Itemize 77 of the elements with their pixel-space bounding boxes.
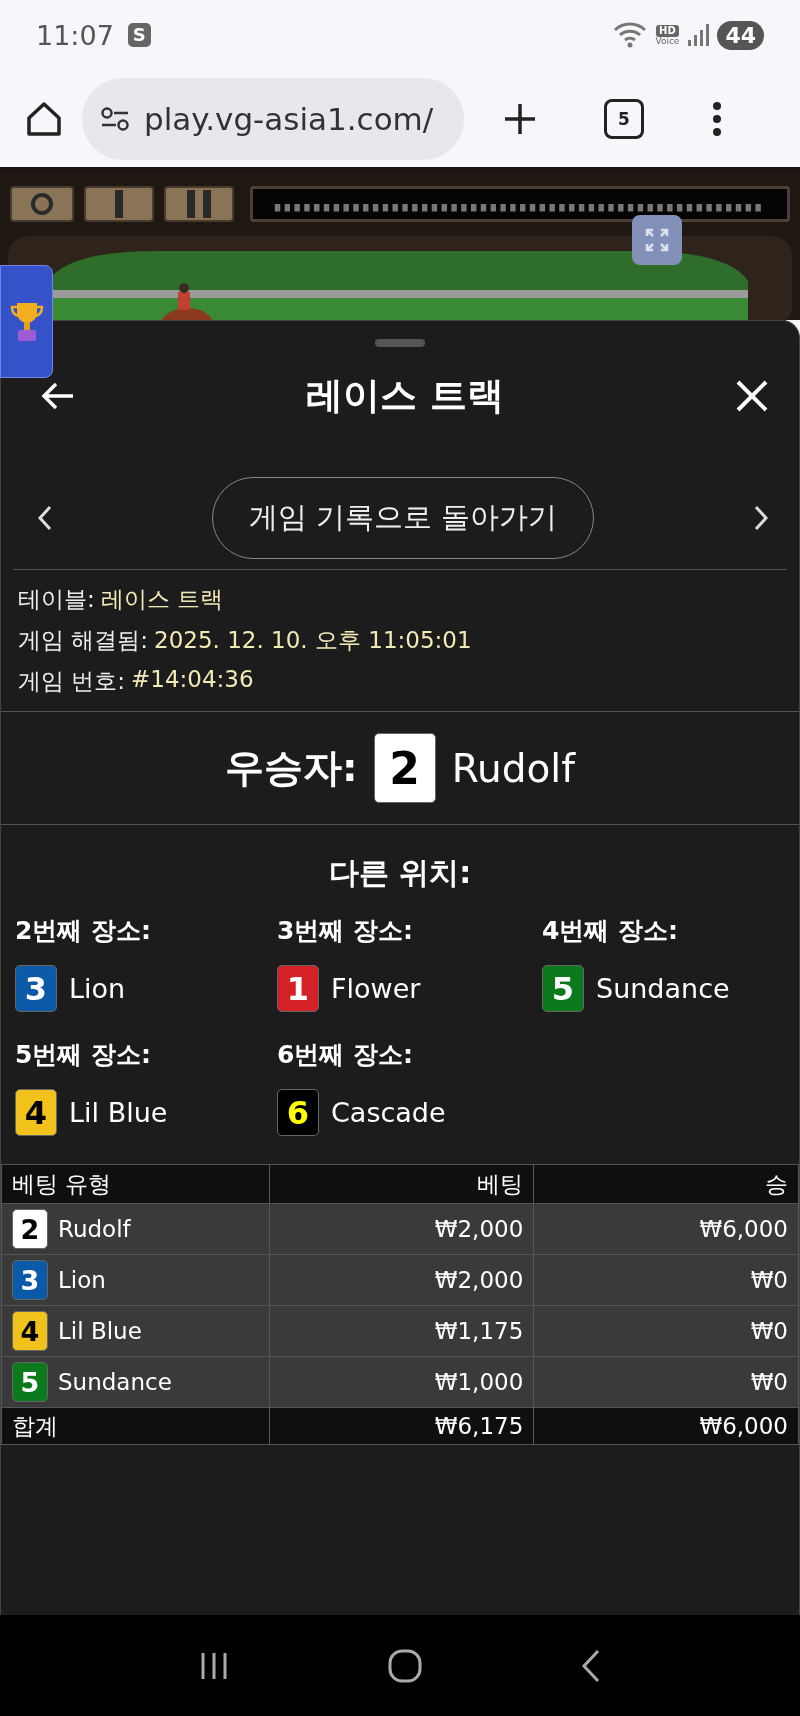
winner-label: 우승자: xyxy=(225,744,358,792)
address-bar[interactable]: play.vg-asia1.com/ xyxy=(82,77,464,160)
info-value: 레이스 트랙 xyxy=(100,585,224,614)
horse-number-badge: 2 xyxy=(12,1209,48,1249)
info-value: #14:04:36 xyxy=(131,666,254,694)
place-label: 4번째 장소: xyxy=(542,915,680,947)
expand-icon xyxy=(644,227,670,253)
section-title: 다른 위치: xyxy=(327,854,473,892)
panel-title: 레이스 트랙 xyxy=(305,373,505,419)
horse-name: Rudolf xyxy=(58,1216,131,1242)
horse-number-badge: 5 xyxy=(542,965,584,1012)
url-text: play.vg-asia1.com/ xyxy=(144,100,434,137)
column-header: 베팅 유형 xyxy=(1,1164,270,1204)
info-value: 2025. 12. 10. 오후 11:05:01 xyxy=(154,626,472,655)
horse-number-badge: 2 xyxy=(373,733,436,803)
app-notification-icon: S xyxy=(127,23,151,47)
bar-icon xyxy=(114,190,124,218)
horse-number-badge: 4 xyxy=(15,1089,57,1136)
column-header: 베팅 xyxy=(269,1164,534,1204)
horse-name: Lion xyxy=(69,973,126,1004)
tab-count-button[interactable]: 5 xyxy=(604,98,644,139)
menu-button[interactable] xyxy=(712,100,722,137)
fullscreen-button[interactable] xyxy=(632,215,682,265)
place-label: 5번째 장소: xyxy=(15,1039,153,1071)
bet-amount: ₩1,000 xyxy=(269,1356,534,1408)
recent-apps-button[interactable] xyxy=(199,1650,229,1681)
trophy-icon xyxy=(9,300,44,343)
horse-number-badge: 4 xyxy=(12,1311,48,1351)
horse-number-badge: 6 xyxy=(277,1089,319,1136)
home-button[interactable] xyxy=(387,1647,423,1684)
column-header: 승 xyxy=(533,1164,799,1204)
speed-button[interactable] xyxy=(10,186,74,222)
horse-number-badge: 3 xyxy=(12,1260,48,1300)
horse-name: Lion xyxy=(58,1267,106,1293)
bet-amount: ₩1,175 xyxy=(269,1305,534,1357)
place-label: 6번째 장소: xyxy=(277,1039,415,1071)
win-amount: ₩0 xyxy=(533,1254,799,1306)
horse-number-badge: 1 xyxy=(277,965,319,1012)
total-win: ₩6,000 xyxy=(533,1407,799,1445)
horse-number-badge: 5 xyxy=(12,1362,48,1402)
voice-label: Voice xyxy=(655,36,680,46)
speed-button[interactable] xyxy=(84,186,154,222)
info-label: 테이블: xyxy=(18,585,95,614)
total-bet: ₩6,175 xyxy=(269,1407,534,1445)
close-button[interactable] xyxy=(735,379,769,413)
horse-name: Lil Blue xyxy=(69,1097,168,1128)
bet-amount: ₩2,000 xyxy=(269,1203,534,1255)
winner-name: Rudolf xyxy=(451,745,575,791)
info-label: 게임 해결됨: xyxy=(18,626,149,655)
bet-amount: ₩2,000 xyxy=(269,1254,534,1306)
ring-icon xyxy=(29,191,55,217)
trophy-tab[interactable] xyxy=(0,265,53,378)
hd-voice-label: HD xyxy=(656,24,679,37)
win-amount: ₩6,000 xyxy=(533,1203,799,1255)
win-amount: ₩0 xyxy=(533,1356,799,1408)
speed-button[interactable] xyxy=(164,186,234,222)
horse-name: Sundance xyxy=(58,1369,172,1395)
horse-name: Lil Blue xyxy=(58,1318,142,1344)
horse-number-badge: 3 xyxy=(15,965,57,1012)
next-button[interactable] xyxy=(753,505,769,531)
double-bar-icon xyxy=(186,190,212,218)
win-amount: ₩0 xyxy=(533,1305,799,1357)
back-button[interactable] xyxy=(581,1648,601,1683)
site-settings-icon[interactable] xyxy=(100,105,130,132)
previous-button[interactable] xyxy=(37,505,53,531)
place-label: 3번째 장소: xyxy=(277,915,415,947)
battery-level: 44 xyxy=(717,20,764,50)
horse-name: Flower xyxy=(331,973,421,1004)
clock-time: 11:07 xyxy=(36,19,114,51)
horse-name: Cascade xyxy=(331,1097,446,1128)
place-label: 2번째 장소: xyxy=(15,915,153,947)
drag-handle[interactable] xyxy=(375,339,425,347)
horse-name: Sundance xyxy=(596,973,730,1004)
signal-icon xyxy=(687,23,710,47)
total-label: 합계 xyxy=(1,1407,270,1445)
info-label: 게임 번호: xyxy=(18,667,126,696)
wifi-icon xyxy=(613,20,648,50)
